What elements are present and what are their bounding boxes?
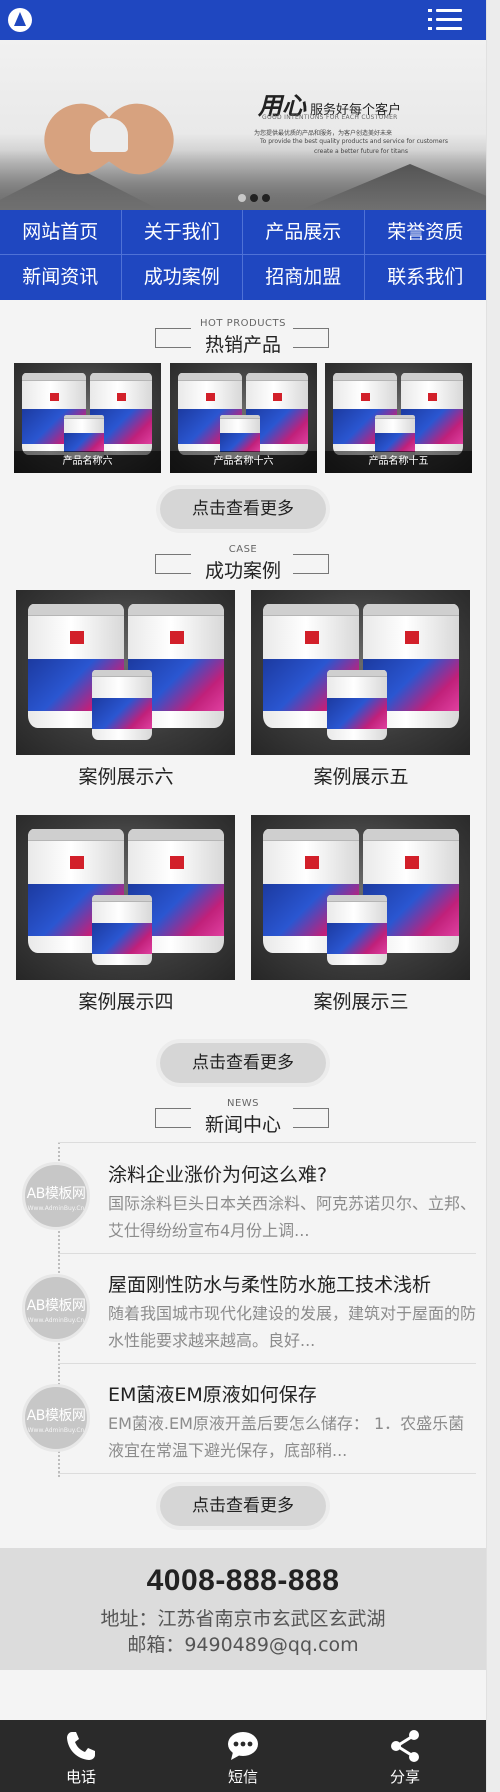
banner-line: 为您提供最优质的产品和服务，为客户创造美好未来 bbox=[254, 130, 393, 137]
news-item-title[interactable]: EM菌液EM原液如何保存 bbox=[108, 1380, 476, 1407]
nav-item-cases[interactable]: 成功案例 bbox=[122, 255, 243, 300]
phone-icon bbox=[67, 1732, 95, 1760]
footer-label: 分享 bbox=[389, 1768, 420, 1786]
section-title: 新闻中心 bbox=[204, 1114, 281, 1136]
cases-more-button[interactable]: 点击查看更多 bbox=[160, 1043, 326, 1083]
case-card-title[interactable]: 案例展示六 bbox=[16, 762, 236, 789]
news-heading: NEWS 新闻中心 bbox=[0, 1098, 486, 1136]
logo-icon[interactable] bbox=[8, 8, 32, 32]
case-card-image[interactable] bbox=[16, 590, 235, 755]
section-en-title: NEWS bbox=[226, 1098, 260, 1109]
divider bbox=[58, 1473, 476, 1474]
footer-message-button[interactable]: 短信 bbox=[162, 1720, 324, 1792]
page-scrollbar[interactable] bbox=[486, 0, 500, 1792]
case-card-title[interactable]: 案例展示三 bbox=[251, 987, 471, 1014]
footer-label: 短信 bbox=[227, 1768, 258, 1786]
news-thumbnail[interactable]: AB模板网 Www.AdminBuy.Cn bbox=[22, 1274, 90, 1342]
main-nav: 网站首页 关于我们 产品展示 荣誉资质 新闻资讯 成功案例 招商加盟 联系我们 bbox=[0, 210, 486, 300]
share-icon bbox=[391, 1730, 419, 1762]
banner-line: create a better future for titans bbox=[314, 148, 408, 155]
divider bbox=[58, 1253, 476, 1254]
footer-label: 电话 bbox=[65, 1768, 96, 1786]
banner-subtitle: GOOD INTENTIONS FOR EACH CUSTOMER bbox=[262, 114, 398, 121]
nav-item-honors[interactable]: 荣誉资质 bbox=[364, 210, 486, 255]
nav-item-about[interactable]: 关于我们 bbox=[121, 210, 243, 255]
hot-products-more-button[interactable]: 点击查看更多 bbox=[160, 489, 326, 529]
bottom-bar: 电话 短信 分享 bbox=[0, 1720, 486, 1792]
page: 用心 服务好每个客户 GOOD INTENTIONS FOR EACH CUSTO… bbox=[0, 0, 486, 1792]
cases-heading: CASE 成功案例 bbox=[0, 544, 486, 582]
news-item-title[interactable]: 屋面刚性防水与柔性防水施工技术浅析 bbox=[108, 1270, 476, 1297]
contact-address: 地址：江苏省南京市玄武区玄武湖 bbox=[100, 1608, 386, 1630]
case-card-image[interactable] bbox=[251, 590, 470, 755]
product-card-title[interactable]: 产品名称十五 bbox=[325, 451, 472, 473]
slider-dot[interactable] bbox=[262, 194, 270, 202]
footer-share-button[interactable]: 分享 bbox=[324, 1720, 486, 1792]
case-card-image[interactable] bbox=[251, 815, 470, 980]
message-icon bbox=[228, 1732, 258, 1760]
slider-dots[interactable] bbox=[238, 187, 274, 206]
nav-item-products[interactable]: 产品展示 bbox=[243, 210, 365, 255]
slider-dot[interactable] bbox=[238, 194, 246, 202]
hot-products-heading: HOT PRODUCTS 热销产品 bbox=[0, 318, 486, 356]
divider bbox=[58, 1363, 476, 1364]
nav-item-franchise[interactable]: 招商加盟 bbox=[243, 255, 365, 300]
divider bbox=[58, 1142, 476, 1143]
news-thumbnail[interactable]: AB模板网 Www.AdminBuy.Cn bbox=[22, 1384, 90, 1452]
news-item-desc: 国际涂料巨头日本关西涂料、阿克苏诺贝尔、立邦、艾仕得纷纷宣布4月份上调... bbox=[108, 1194, 476, 1240]
case-card-image[interactable] bbox=[16, 815, 235, 980]
news-item-desc: EM菌液.EM原液开盖后要怎么储存： 1．农盛乐菌液宜在常温下避光保存，底部稍.… bbox=[108, 1414, 465, 1460]
news-item-title[interactable]: 涂料企业涨价为何这么难? bbox=[108, 1160, 476, 1187]
product-card-title[interactable]: 产品名称十六 bbox=[170, 451, 317, 473]
banner-line: To provide the best quality products and… bbox=[260, 138, 448, 145]
product-card-title[interactable]: 产品名称六 bbox=[14, 451, 161, 473]
news-item-desc: 随着我国城市现代化建设的发展，建筑对于屋面的防水性能要求越来越高。良好... bbox=[108, 1304, 476, 1350]
contact-email[interactable]: 邮箱：9490489@qq.com bbox=[0, 1630, 486, 1657]
nav-item-contact[interactable]: 联系我们 bbox=[365, 255, 487, 300]
heart-hands-image bbox=[30, 89, 188, 200]
news-thumbnail[interactable]: AB模板网 Www.AdminBuy.Cn bbox=[22, 1162, 90, 1230]
section-title: 热销产品 bbox=[204, 334, 281, 356]
top-header bbox=[0, 0, 486, 40]
news-more-button[interactable]: 点击查看更多 bbox=[160, 1486, 326, 1526]
slider-dot[interactable] bbox=[250, 194, 258, 202]
nav-item-news[interactable]: 新闻资讯 bbox=[0, 255, 122, 300]
section-title: 成功案例 bbox=[204, 560, 281, 582]
hero-banner[interactable]: 用心 服务好每个客户 GOOD INTENTIONS FOR EACH CUSTO… bbox=[0, 40, 486, 210]
contact-block: 4008-888-888 地址：江苏省南京市玄武区玄武湖 邮箱：9490489@… bbox=[0, 1548, 486, 1670]
contact-phone[interactable]: 4008-888-888 bbox=[0, 1564, 486, 1598]
menu-icon[interactable] bbox=[428, 7, 462, 33]
section-en-title: CASE bbox=[228, 544, 258, 555]
case-card-title[interactable]: 案例展示五 bbox=[251, 762, 471, 789]
case-card-title[interactable]: 案例展示四 bbox=[16, 987, 236, 1014]
footer-phone-button[interactable]: 电话 bbox=[0, 1720, 162, 1792]
section-en-title: HOT PRODUCTS bbox=[200, 318, 286, 329]
nav-item-home[interactable]: 网站首页 bbox=[0, 210, 122, 255]
